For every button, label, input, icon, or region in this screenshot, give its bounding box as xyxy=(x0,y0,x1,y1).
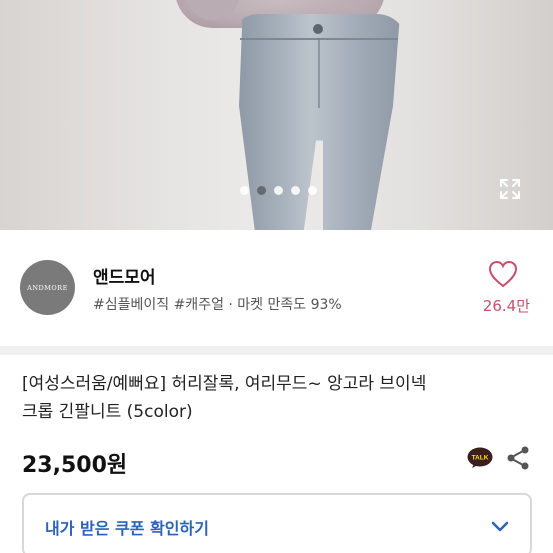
heart-outline-icon[interactable] xyxy=(488,260,518,288)
section-divider xyxy=(0,346,553,355)
product-price: 23,500원 xyxy=(22,453,128,478)
product-image[interactable] xyxy=(0,0,553,230)
carousel-dot[interactable] xyxy=(274,186,283,195)
shop-logo-text: ANDMORE xyxy=(27,283,68,292)
coupon-label: 내가 받은 쿠폰 확인하기 xyxy=(45,519,209,538)
shop-info[interactable]: ANDMORE 앤드모어 #심플베이직 #캐주얼 · 마켓 만족도 93% 26… xyxy=(0,230,553,332)
carousel-indicator xyxy=(0,186,553,195)
fullscreen-expand-icon[interactable] xyxy=(499,178,521,200)
jeans-fly-line xyxy=(318,38,320,108)
jeans-button xyxy=(313,24,323,34)
like-count: 26.4만 xyxy=(482,297,530,315)
carousel-dot[interactable] xyxy=(308,186,317,195)
carousel-dot[interactable] xyxy=(257,186,266,195)
product-title-line-2: 크롭 긴팔니트 (5color) xyxy=(22,402,193,422)
shop-logo[interactable]: ANDMORE xyxy=(20,260,75,315)
carousel-dot[interactable] xyxy=(291,186,300,195)
kakao-talk-label: TALK xyxy=(472,455,489,462)
product-title-line-1: [여성스러움/예뻐요] 허리잘록, 여리무드~ 앙고라 브이넥 xyxy=(22,374,427,394)
kakao-talk-icon[interactable]: TALK xyxy=(467,447,493,469)
product-title: [여성스러움/예뻐요] 허리잘록, 여리무드~ 앙고라 브이넥 크롭 긴팔니트 … xyxy=(22,370,542,426)
carousel-dot[interactable] xyxy=(240,186,249,195)
coupon-check-button[interactable]: 내가 받은 쿠폰 확인하기 xyxy=(22,493,532,553)
shop-name[interactable]: 앤드모어 xyxy=(93,263,156,288)
chevron-down-icon xyxy=(491,521,509,532)
shop-tags: #심플베이직 #캐주얼 · 마켓 만족도 93% xyxy=(93,297,342,313)
share-icon[interactable] xyxy=(506,445,530,471)
